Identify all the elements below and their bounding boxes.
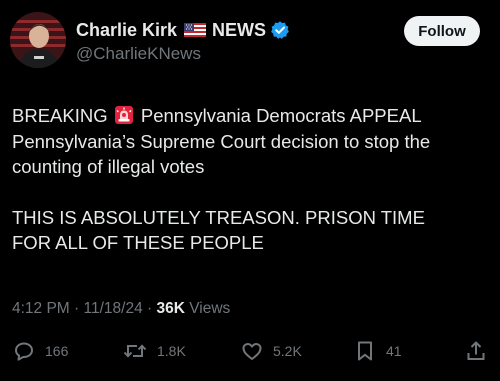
repost-icon <box>122 339 148 363</box>
reply-count: 166 <box>45 343 69 359</box>
reply-button[interactable]: 166 <box>12 338 68 364</box>
author-display-name[interactable]: Charlie Kirk <box>76 20 177 41</box>
views-label: Views <box>184 300 231 317</box>
author-handle[interactable]: @CharlieKNews <box>76 44 201 64</box>
author-news-label[interactable]: NEWS <box>212 20 266 41</box>
bookmark-count: 41 <box>386 343 402 359</box>
post-text-line-3: counting of illegal votes <box>12 156 205 177</box>
like-count: 5.2K <box>273 343 302 359</box>
post-card: Charlie Kirk NEWS @CharlieKNews Follow B… <box>0 0 500 381</box>
meta-separator: · <box>69 300 84 317</box>
author-name-row[interactable]: Charlie Kirk NEWS <box>76 18 290 42</box>
us-flag-icon <box>184 23 207 37</box>
verified-badge-icon <box>270 20 290 40</box>
post-text: BREAKING Pennsylvania Democrats APPEAL P… <box>12 103 492 256</box>
meta-separator: · <box>142 300 157 317</box>
police-siren-icon <box>114 105 134 125</box>
post-text-line-5: FOR ALL OF THESE PEOPLE <box>12 232 264 253</box>
follow-button[interactable]: Follow <box>404 16 480 46</box>
share-button[interactable] <box>464 338 488 364</box>
like-button[interactable]: 5.2K <box>240 338 302 364</box>
post-time[interactable]: 4:12 PM <box>12 300 70 317</box>
bookmark-button[interactable]: 41 <box>353 338 402 364</box>
post-text-line-1: BREAKING Pennsylvania Democrats APPEAL <box>12 103 492 129</box>
repost-button[interactable]: 1.8K <box>122 338 186 364</box>
reply-icon <box>12 339 36 363</box>
views-count: 36K <box>156 300 185 317</box>
post-date[interactable]: 11/18/24 <box>84 300 143 317</box>
action-bar: 166 1.8K 5.2K 41 <box>0 338 500 364</box>
post-meta: 4:12 PM · 11/18/24 · 36K Views <box>12 300 230 318</box>
post-text-line-2: Pennsylvania’s Supreme Court decision to… <box>12 130 431 152</box>
avatar[interactable] <box>10 12 66 68</box>
post-text-line-4: THIS IS ABSOLUTELY TREASON. PRISON TIME <box>12 206 425 228</box>
bookmark-icon <box>353 339 377 363</box>
post-line-1-text: Pennsylvania Democrats APPEAL <box>140 105 422 126</box>
breaking-label: BREAKING <box>12 105 108 126</box>
share-icon <box>464 339 488 363</box>
heart-icon <box>240 339 264 363</box>
repost-count: 1.8K <box>157 343 186 359</box>
